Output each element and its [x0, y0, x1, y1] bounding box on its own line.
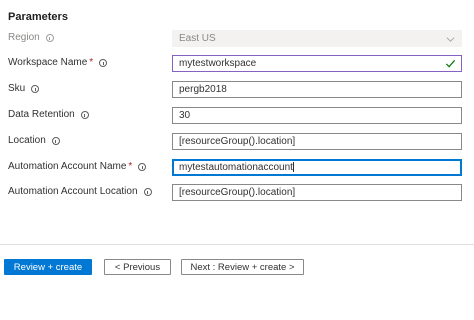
info-icon[interactable]	[31, 84, 40, 93]
info-icon[interactable]	[143, 187, 152, 196]
region-label-group: Region	[8, 32, 54, 43]
automation-account-name-label-group: Automation Account Name *	[8, 161, 147, 172]
location-value: [resourceGroup().location]	[179, 136, 296, 147]
automation-account-location-value: [resourceGroup().location]	[179, 187, 296, 198]
data-retention-label-group: Data Retention	[8, 109, 89, 120]
region-select: East US	[172, 30, 462, 47]
automation-account-location-label-group: Automation Account Location	[8, 186, 152, 197]
required-marker: *	[89, 57, 94, 68]
info-icon[interactable]	[138, 162, 147, 171]
data-retention-row: Data Retention 30	[0, 107, 474, 124]
chevron-down-icon	[446, 37, 455, 42]
region-row: Region East US	[0, 30, 474, 47]
text-cursor	[292, 162, 294, 173]
data-retention-input[interactable]: 30	[172, 107, 462, 124]
sku-value: pergb2018	[179, 84, 227, 95]
location-row: Location [resourceGroup().location]	[0, 133, 474, 150]
section-title: Parameters	[8, 11, 68, 23]
automation-account-name-input[interactable]: mytestautomationaccount	[172, 159, 462, 176]
sku-input[interactable]: pergb2018	[172, 81, 462, 98]
info-icon[interactable]	[51, 136, 60, 145]
workspace-name-label-group: Workspace Name *	[8, 57, 108, 68]
location-label-group: Location	[8, 135, 60, 146]
region-label: Region	[8, 32, 40, 43]
workspace-name-input[interactable]: mytestworkspace	[172, 55, 462, 72]
automation-account-location-input[interactable]: [resourceGroup().location]	[172, 184, 462, 201]
next-button[interactable]: Next : Review + create >	[181, 259, 304, 275]
info-icon[interactable]	[80, 110, 89, 119]
sku-label-group: Sku	[8, 83, 40, 94]
workspace-name-value: mytestworkspace	[179, 58, 257, 69]
automation-account-location-label: Automation Account Location	[8, 186, 138, 197]
region-value: East US	[179, 33, 216, 44]
data-retention-label: Data Retention	[8, 109, 75, 120]
info-icon[interactable]	[45, 33, 54, 42]
workspace-name-row: Workspace Name * mytestworkspace	[0, 55, 474, 72]
checkmark-icon	[445, 59, 456, 68]
required-marker: *	[128, 161, 133, 172]
automation-account-location-row: Automation Account Location [resourceGro…	[0, 184, 474, 201]
footer-divider	[0, 244, 474, 245]
automation-account-name-label: Automation Account Name	[8, 161, 127, 172]
previous-button[interactable]: < Previous	[104, 259, 171, 275]
sku-row: Sku pergb2018	[0, 81, 474, 98]
location-label: Location	[8, 135, 46, 146]
review-create-button[interactable]: Review + create	[4, 259, 92, 275]
automation-account-name-row: Automation Account Name * mytestautomati…	[0, 159, 474, 176]
workspace-name-label: Workspace Name	[8, 57, 88, 68]
data-retention-value: 30	[179, 110, 191, 121]
automation-account-name-value: mytestautomationaccount	[179, 162, 293, 173]
location-input[interactable]: [resourceGroup().location]	[172, 133, 462, 150]
info-icon[interactable]	[99, 58, 108, 67]
sku-label: Sku	[8, 83, 26, 94]
